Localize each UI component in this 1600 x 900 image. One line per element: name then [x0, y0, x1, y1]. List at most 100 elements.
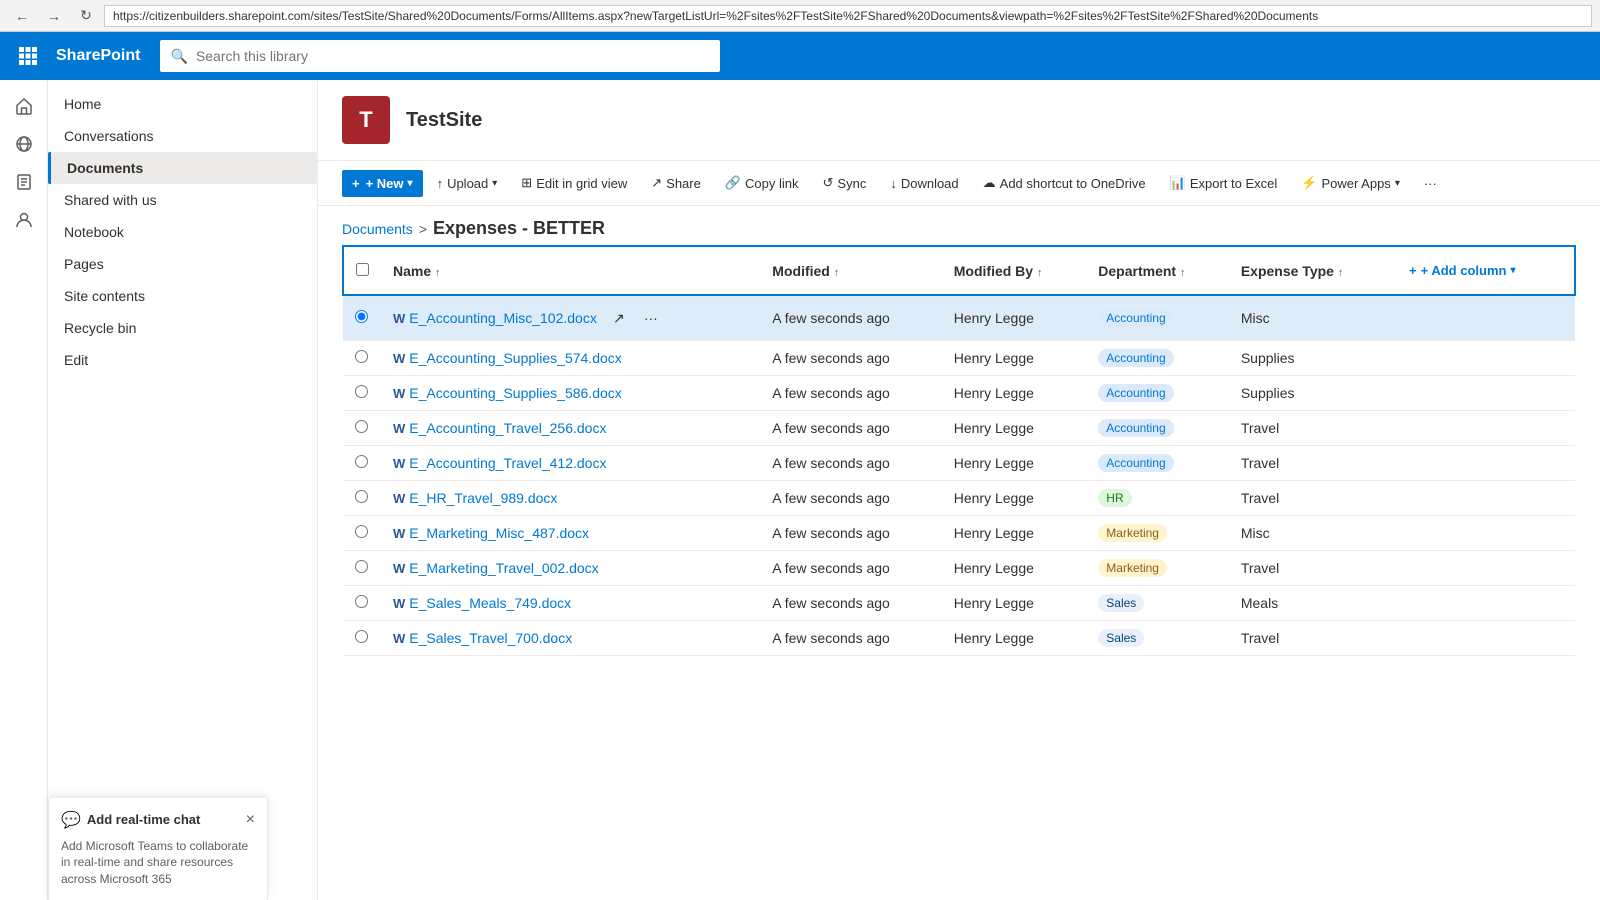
row-checkbox-cell[interactable] [343, 295, 381, 341]
file-name-link[interactable]: E_Accounting_Misc_102.docx [409, 310, 597, 326]
sidebar-item-edit[interactable]: Edit [48, 344, 317, 376]
row-modified-by: Henry Legge [942, 295, 1087, 341]
edit-grid-button[interactable]: ⊞ Edit in grid view [511, 169, 637, 197]
back-button[interactable]: ← [8, 4, 36, 28]
expense-type-sort-icon: ↑ [1338, 267, 1344, 279]
chat-widget-header: 💬 Add real-time chat × [61, 810, 255, 830]
row-checkbox-cell[interactable] [343, 376, 381, 411]
select-all-header[interactable] [343, 246, 381, 295]
sidebar-item-conversations[interactable]: Conversations [48, 120, 317, 152]
row-modified: A few seconds ago [760, 411, 941, 446]
row-checkbox-cell[interactable] [343, 341, 381, 376]
row-checkbox-cell[interactable] [343, 481, 381, 516]
dept-badge: Accounting [1098, 309, 1173, 327]
add-shortcut-button[interactable]: ☁ Add shortcut to OneDrive [973, 169, 1156, 197]
sidebar-item-notebook[interactable]: Notebook [48, 216, 317, 248]
row-checkbox-cell[interactable] [343, 446, 381, 481]
address-bar[interactable]: https://citizenbuilders.sharepoint.com/s… [104, 5, 1592, 27]
col-modified-by[interactable]: Modified By ↑ [942, 246, 1087, 295]
file-name-link[interactable]: E_Marketing_Misc_487.docx [409, 525, 589, 541]
col-expense-type[interactable]: Expense Type ↑ [1229, 246, 1391, 295]
share-row-btn[interactable]: ↗ [605, 304, 633, 332]
row-radio[interactable] [355, 630, 368, 643]
breadcrumb-documents[interactable]: Documents [342, 221, 413, 237]
row-name-cell: W E_Accounting_Supplies_586.docx ↗ ··· [381, 376, 760, 411]
sidebar-item-shared[interactable]: Shared with us [48, 184, 317, 216]
sidebar-item-documents[interactable]: Documents [48, 152, 317, 184]
sync-button[interactable]: ↺ Sync [813, 169, 877, 197]
row-department: Sales [1086, 586, 1229, 621]
file-name-link[interactable]: E_Accounting_Travel_256.docx [409, 420, 606, 436]
select-all-checkbox[interactable] [356, 263, 369, 276]
new-button[interactable]: + + New ▾ [342, 170, 423, 197]
row-expense-type: Travel [1229, 621, 1391, 656]
row-radio[interactable] [355, 350, 368, 363]
add-column-icon: + [1409, 263, 1417, 278]
row-radio[interactable] [355, 385, 368, 398]
refresh-button[interactable]: ↻ [72, 4, 100, 28]
row-checkbox-cell[interactable] [343, 621, 381, 656]
more-button[interactable]: ··· [1414, 170, 1447, 197]
left-nav: Home Conversations Documents Shared with… [48, 80, 318, 900]
row-name-cell: W E_Sales_Travel_700.docx ↗ ··· [381, 621, 760, 656]
file-name-link[interactable]: E_Sales_Meals_749.docx [409, 595, 571, 611]
row-radio[interactable] [355, 420, 368, 433]
row-radio[interactable] [355, 525, 368, 538]
power-apps-button[interactable]: ⚡ Power Apps ▾ [1291, 169, 1410, 197]
link-icon: 🔗 [725, 175, 741, 191]
chat-widget: 💬 Add real-time chat × Add Microsoft Tea… [48, 797, 268, 900]
nav-icon-people[interactable] [6, 202, 42, 238]
nav-icon-home[interactable] [6, 88, 42, 124]
row-checkbox-cell[interactable] [343, 551, 381, 586]
row-checkbox-cell[interactable] [343, 586, 381, 621]
row-radio[interactable] [355, 455, 368, 468]
row-extra [1391, 551, 1575, 586]
col-add-column[interactable]: + + Add column ▾ [1391, 246, 1575, 295]
row-extra [1391, 341, 1575, 376]
table-row: W E_HR_Travel_989.docx ↗ ··· A few secon… [343, 481, 1575, 516]
more-row-btn[interactable]: ··· [637, 304, 665, 332]
file-name-link[interactable]: E_HR_Travel_989.docx [409, 490, 557, 506]
table-body: W E_Accounting_Misc_102.docx ↗ ··· A few… [343, 295, 1575, 656]
sidebar-item-home[interactable]: Home [48, 88, 317, 120]
row-radio[interactable] [355, 560, 368, 573]
nav-icon-notes[interactable] [6, 164, 42, 200]
forward-button[interactable]: → [40, 4, 68, 28]
row-department: Sales [1086, 621, 1229, 656]
download-button[interactable]: ↓ Download [880, 170, 968, 197]
file-name-link[interactable]: E_Sales_Travel_700.docx [409, 630, 572, 646]
file-name-link[interactable]: E_Marketing_Travel_002.docx [409, 560, 598, 576]
file-name-link[interactable]: E_Accounting_Travel_412.docx [409, 455, 606, 471]
sidebar-item-pages[interactable]: Pages [48, 248, 317, 280]
nav-icon-globe[interactable] [6, 126, 42, 162]
row-name-cell: W E_Accounting_Travel_412.docx ↗ ··· [381, 446, 760, 481]
row-modified-by: Henry Legge [942, 551, 1087, 586]
icon-rail [0, 80, 48, 900]
row-checkbox-cell[interactable] [343, 516, 381, 551]
search-input[interactable] [196, 48, 711, 64]
table-row: W E_Accounting_Travel_412.docx ↗ ··· A f… [343, 446, 1575, 481]
row-department: Accounting [1086, 446, 1229, 481]
dept-badge: Marketing [1098, 524, 1167, 542]
word-icon: W [393, 631, 405, 646]
upload-button[interactable]: ↑ Upload ▾ [427, 170, 508, 197]
row-radio[interactable] [355, 490, 368, 503]
row-radio[interactable] [355, 310, 368, 323]
copy-link-button[interactable]: 🔗 Copy link [715, 169, 809, 197]
row-department: Accounting [1086, 411, 1229, 446]
col-department[interactable]: Department ↑ [1086, 246, 1229, 295]
col-name[interactable]: Name ↑ [381, 246, 760, 295]
sidebar-item-site-contents[interactable]: Site contents [48, 280, 317, 312]
share-button[interactable]: ↗ Share [641, 169, 711, 197]
file-name-link[interactable]: E_Accounting_Supplies_586.docx [409, 385, 622, 401]
row-checkbox-cell[interactable] [343, 411, 381, 446]
grid-icon: ⊞ [521, 175, 532, 191]
file-name-link[interactable]: E_Accounting_Supplies_574.docx [409, 350, 622, 366]
row-radio[interactable] [355, 595, 368, 608]
waffle-icon[interactable] [12, 40, 44, 72]
export-excel-button[interactable]: 📊 Export to Excel [1160, 169, 1288, 197]
col-modified[interactable]: Modified ↑ [760, 246, 941, 295]
chat-close-button[interactable]: × [246, 811, 255, 829]
row-name-cell: W E_Marketing_Misc_487.docx ↗ ··· [381, 516, 760, 551]
sidebar-item-recycle[interactable]: Recycle bin [48, 312, 317, 344]
